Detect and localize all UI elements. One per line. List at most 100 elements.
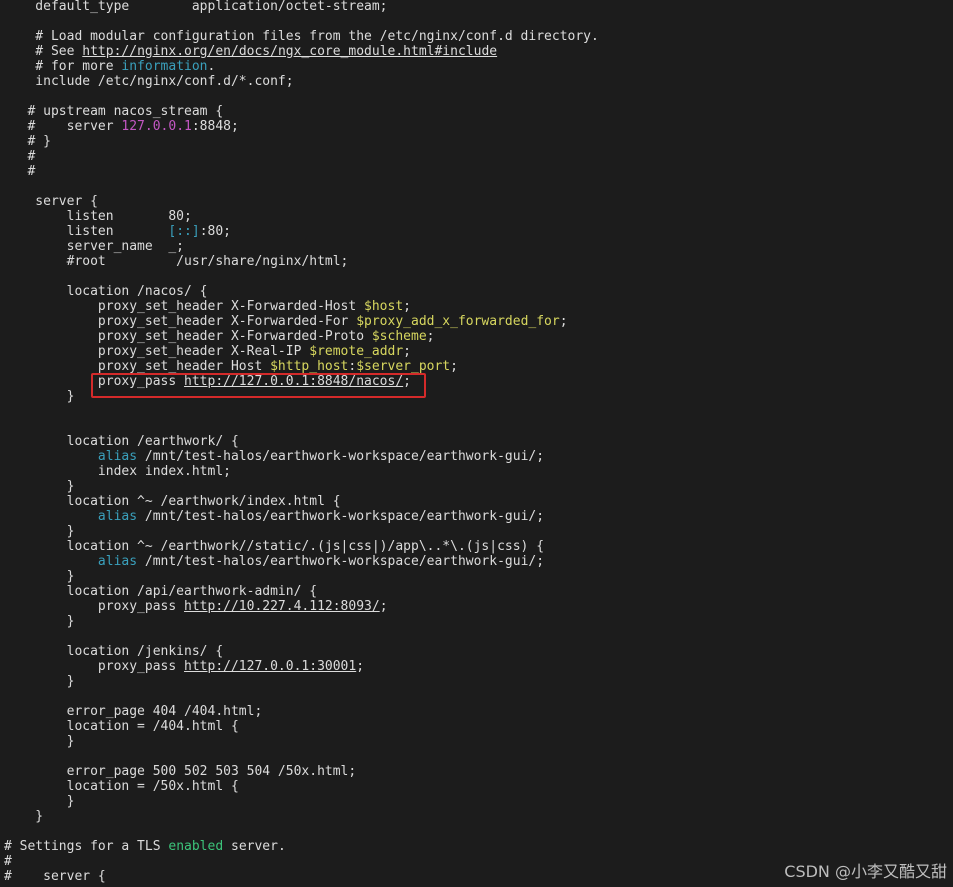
terminal-line: location ^~ /earthwork/index.html { (4, 494, 599, 509)
terminal-line: location /api/earthwork-admin/ { (4, 584, 599, 599)
terminal-line: # See http://nginx.org/en/docs/ngx_core_… (4, 44, 599, 59)
terminal-line: location /earthwork/ { (4, 434, 599, 449)
watermark: CSDN @小李又酷又甜 (784, 862, 947, 881)
code-token: :80; (199, 224, 231, 239)
code-token: ; (356, 659, 365, 674)
code-token: } (4, 479, 75, 494)
terminal-line: } (4, 524, 599, 539)
terminal-line: } (4, 479, 599, 494)
code-token: } (4, 794, 75, 809)
terminal-line: # server { (4, 869, 599, 884)
terminal-line: proxy_set_header X-Forwarded-Proto $sche… (4, 329, 599, 344)
code-token: . (207, 59, 216, 74)
terminal-line: # (4, 854, 599, 869)
code-token: proxy_pass (4, 599, 185, 614)
terminal-line: # upstream nacos_stream { (4, 104, 599, 119)
code-token: listen 80; (4, 209, 192, 224)
code-token: #root /usr/share/nginx/html; (4, 254, 349, 269)
code-token: } (4, 809, 44, 824)
terminal-line: # Settings for a TLS enabled server. (4, 839, 599, 854)
code-token: proxy_set_header X-Forwarded-Host (4, 299, 365, 314)
code-token: # for more (4, 59, 122, 74)
code-token: ; (426, 329, 435, 344)
code-token: index index.html; (4, 464, 231, 479)
terminal-line: location ^~ /earthwork//static/.(js|css|… (4, 539, 599, 554)
terminal-line: proxy_set_header X-Forwarded-Host $host; (4, 299, 599, 314)
terminal-line: location /nacos/ { (4, 284, 599, 299)
code-token: default_type application/octet-stream; (4, 0, 388, 14)
code-token: proxy_set_header X-Real-IP (4, 344, 310, 359)
code-token: /mnt/test-halos/earthwork-workspace/eart… (137, 509, 545, 524)
code-token: listen (4, 224, 169, 239)
code-token: include /etc/nginx/conf.d/*.conf; (4, 74, 294, 89)
terminal-line: # server 127.0.0.1:8848; (4, 119, 599, 134)
code-token: /mnt/test-halos/earthwork-workspace/eart… (137, 554, 545, 569)
code-token: error_page 404 /404.html; (4, 704, 263, 719)
code-token: } (4, 674, 75, 689)
code-token: information (121, 59, 208, 74)
code-token: ; (403, 344, 411, 359)
code-token: :8848; (191, 119, 239, 134)
code-token: ; (559, 314, 568, 329)
code-token: # server (4, 119, 122, 134)
url-link[interactable]: http://10.227.4.112:8093/ (184, 599, 380, 614)
code-token: alias (97, 509, 138, 524)
code-token: ; (379, 599, 388, 614)
terminal-line: } (4, 389, 599, 404)
code-token: alias (97, 449, 138, 464)
code-token: $http_host (270, 359, 349, 374)
terminal-line: alias /mnt/test-halos/earthwork-workspac… (4, 554, 599, 569)
terminal-line: location = /404.html { (4, 719, 599, 734)
code-token: } (4, 389, 75, 404)
code-token: location = /50x.html { (4, 779, 239, 794)
terminal-line: alias /mnt/test-halos/earthwork-workspac… (4, 449, 599, 464)
code-token: } (4, 614, 75, 629)
code-token: enabled (168, 839, 224, 854)
terminal-line: proxy_set_header Host $http_host:$server… (4, 359, 599, 374)
code-token: # Load modular configuration files from … (4, 29, 599, 44)
code-token: } (4, 524, 75, 539)
code-token: # (4, 164, 36, 179)
terminal-line: default_type application/octet-stream; (4, 0, 599, 14)
code-token: server_name _; (4, 239, 185, 254)
code-token: $remote_addr (309, 344, 404, 359)
terminal-line: } (4, 809, 599, 824)
code-token: ; (403, 374, 411, 389)
terminal-line: # Load modular configuration files from … (4, 29, 599, 44)
terminal-line: server_name _; (4, 239, 599, 254)
code-token: location ^~ /earthwork/index.html { (4, 494, 341, 509)
terminal-line: #root /usr/share/nginx/html; (4, 254, 599, 269)
code-token: alias (97, 554, 138, 569)
terminal-line: error_page 404 /404.html; (4, 704, 599, 719)
terminal-output[interactable]: default_type application/octet-stream; #… (4, 0, 599, 884)
code-token: $server_port (356, 359, 451, 374)
code-token: proxy_pass (4, 374, 185, 389)
code-token: # } (4, 134, 51, 149)
terminal-line: # for more information. (4, 59, 599, 74)
url-link[interactable]: http://127.0.0.1:8848/nacos/ (184, 374, 403, 389)
terminal-line: alias /mnt/test-halos/earthwork-workspac… (4, 509, 599, 524)
code-token: $host (364, 299, 404, 314)
code-token: location /nacos/ { (4, 284, 208, 299)
url-link[interactable]: http://127.0.0.1:30001 (184, 659, 356, 674)
terminal-line: location /jenkins/ { (4, 644, 599, 659)
terminal-line: listen [::]:80; (4, 224, 599, 239)
terminal-line: proxy_set_header X-Real-IP $remote_addr; (4, 344, 599, 359)
terminal-line: proxy_pass http://10.227.4.112:8093/; (4, 599, 599, 614)
terminal-line: } (4, 569, 599, 584)
url-link[interactable]: http://nginx.org/en/docs/ngx_core_module… (82, 44, 497, 59)
terminal-line: index index.html; (4, 464, 599, 479)
terminal-line: # } (4, 134, 599, 149)
code-token: $proxy_add_x_forwarded_for (356, 314, 560, 329)
code-token: 127.0.0.1 (121, 119, 192, 134)
code-token: server { (4, 194, 98, 209)
